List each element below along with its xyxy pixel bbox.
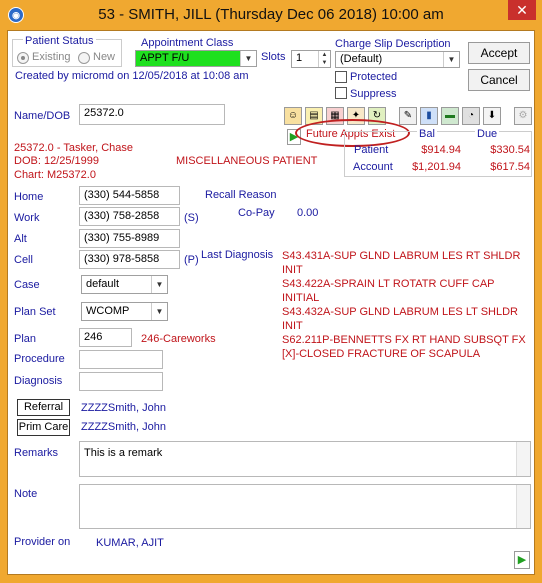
name-dob-label: Name/DOB [14,110,71,122]
patient-bal-label: Patient [354,144,389,156]
title-bar: ◉ 53 - SMITH, JILL (Thursday Dec 06 2018… [0,0,542,30]
money-icon[interactable]: ▬ [441,107,459,125]
charge-slip-label: Charge Slip Description [335,38,451,50]
patient-due: $330.54 [490,144,530,156]
slots-stepper[interactable]: 1 ▲ ▼ [291,50,331,68]
remarks-scrollbar[interactable] [516,442,530,476]
appointment-window: ◉ 53 - SMITH, JILL (Thursday Dec 06 2018… [0,0,542,583]
patient-dob: DOB: 12/25/1999 [14,155,100,167]
patient-status-label: Patient Status [23,35,96,47]
plan-set-label: Plan Set [14,306,56,318]
work-label: Work [14,212,40,224]
referral-button[interactable]: Referral [17,399,70,416]
play-icon[interactable]: ▶ [514,551,530,569]
remarks-label: Remarks [14,447,59,459]
created-info: Created by micromd on 12/05/2018 at 10:0… [15,70,249,82]
procedure-label: Procedure [14,353,65,365]
last-diagnosis-list: S43.431A-SUP GLND LABRUM LES RT SHLDR IN… [282,249,534,361]
remarks-text: This is a remark [84,447,163,459]
settings-icon[interactable]: ⚙ [514,107,532,125]
group-icon[interactable]: ☺ [284,107,302,125]
new-radio[interactable] [78,52,90,64]
charge-slip-value: (Default) [340,53,383,65]
last-diagnosis-label: Last Diagnosis [201,249,274,261]
chevron-down-icon: ▼ [240,51,256,66]
cancel-button[interactable]: Cancel [468,69,530,91]
protected-checkbox[interactable] [335,71,347,83]
referral-value: ZZZZSmith, John [81,402,166,414]
edit-icon[interactable]: ✎ [399,107,417,125]
account-due: $617.54 [490,161,530,173]
plan-description: 246-Careworks [141,333,216,345]
diagnosis-label: Diagnosis [14,375,63,387]
chevron-down-icon: ▼ [151,276,167,293]
window-title: 53 - SMITH, JILL (Thursday Dec 06 2018) … [98,6,444,23]
prim-care-button[interactable]: Prim Care [17,419,70,436]
home-phone-field[interactable]: (330) 544-5858 [79,186,180,205]
alt-label: Alt [14,233,27,245]
chevron-down-icon: ▼ [443,52,459,67]
procedure-field[interactable] [79,350,163,369]
charge-slip-select[interactable]: (Default) ▼ [335,51,460,68]
home-label: Home [14,191,44,203]
case-label: Case [14,279,40,291]
existing-label: Existing [32,51,71,63]
case-select[interactable]: default ▼ [81,275,168,294]
book-icon[interactable]: ▮ [420,107,438,125]
appointment-class-select[interactable]: APPT F/U ▼ [135,50,257,67]
slots-value: 1 [296,52,303,64]
patient-type: MISCELLANEOUS PATIENT [176,155,318,167]
cell-label: Cell [14,254,33,266]
plan-field[interactable]: 246 [79,328,132,347]
account-balance: $1,201.94 [412,161,461,173]
due-header: Due [475,128,500,140]
appointment-class-label: Appointment Class [141,37,234,49]
close-button[interactable]: ✕ [508,0,536,20]
patient-balance: $914.94 [421,144,461,156]
diagnosis-item: S62.211P-BENNETTS FX RT HAND SUBSQT FX [282,334,526,346]
alt-phone-field[interactable]: (330) 755-8989 [79,229,180,248]
appointment-form: Patient Status Existing New Created by m… [7,30,535,575]
clock-icon[interactable]: ◔ [462,107,480,125]
existing-radio[interactable] [17,52,29,64]
bal-header: Bal [417,128,437,140]
protected-label: Protected [350,71,398,83]
cell-phone-field[interactable]: (330) 978-5858 [79,250,180,269]
diagnosis-item: S43.422A-SPRAIN LT ROTATR CUFF CAP INITI… [282,278,495,304]
diagnosis-field[interactable] [79,372,163,391]
diagnosis-item: S43.432A-SUP GLND LABRUM LES LT SHLDR IN… [282,306,518,332]
provider-label: Provider on [14,536,71,548]
cell-phone-tag: (P) [184,254,199,266]
slots-label: Slots [261,51,286,63]
patient-name-line: 25372.0 - Tasker, Chase [14,142,134,154]
diagnosis-item: [X]-CLOSED FRACTURE OF SCAPULA [282,348,481,360]
remarks-field[interactable]: This is a remark [79,441,531,477]
note-scrollbar[interactable] [516,485,530,528]
copay-value: 0.00 [297,207,319,219]
plan-set-value: WCOMP [86,305,130,317]
name-dob-field[interactable]: 25372.0 [79,104,225,125]
spinner-icon[interactable]: ▲ ▼ [318,51,330,67]
account-bal-label: Account [353,161,393,173]
plan-set-select[interactable]: WCOMP ▼ [81,302,168,321]
accept-button[interactable]: Accept [468,42,530,64]
suppress-label: Suppress [350,88,397,100]
case-value: default [86,278,120,290]
patient-chart: Chart: M25372.0 [14,169,96,181]
download-icon[interactable]: ⬇ [483,107,501,125]
work-phone-field[interactable]: (330) 758-2858 [79,207,180,226]
plan-label: Plan [14,333,37,345]
suppress-checkbox[interactable] [335,87,347,99]
appointment-class-value: APPT F/U [140,52,190,64]
work-phone-tag: (S) [184,212,199,224]
copay-label: Co-Pay [238,207,275,219]
note-field[interactable] [79,484,531,529]
diagnosis-item: S43.431A-SUP GLND LABRUM LES RT SHLDR IN… [282,250,521,276]
new-label: New [93,51,116,63]
chevron-down-icon: ▼ [151,303,167,320]
provider-value: KUMAR, AJIT [96,537,164,549]
note-label: Note [14,488,38,500]
recall-reason-label: Recall Reason [205,189,277,201]
prim-care-value: ZZZZSmith, John [81,421,166,433]
